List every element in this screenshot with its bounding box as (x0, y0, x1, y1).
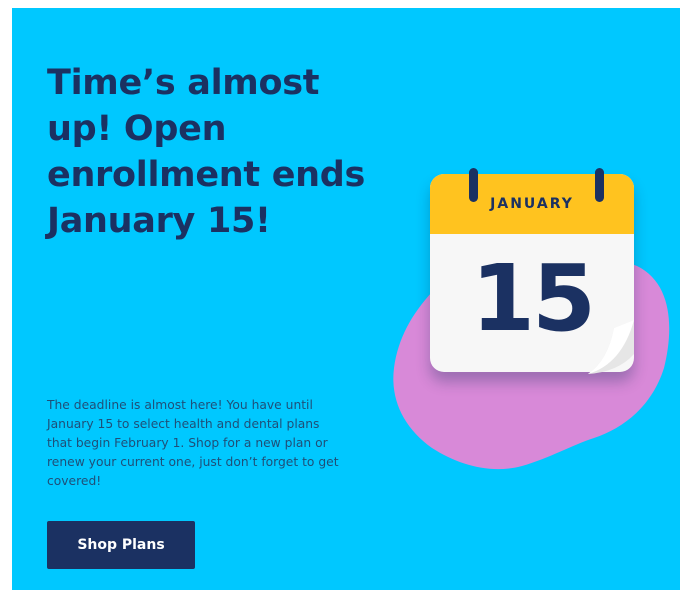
body-copy: The deadline is almost here! You have un… (47, 398, 339, 488)
headline: Time’s almost up! Open enrollment ends J… (47, 63, 366, 241)
shop-plans-button[interactable]: Shop Plans (47, 521, 195, 569)
calendar-ring-left (469, 168, 478, 202)
enrollment-banner: Time’s almost up! Open enrollment ends J… (12, 8, 680, 590)
page-curl-icon (588, 320, 634, 374)
calendar-illustration: JANUARY 15 (430, 168, 634, 374)
calendar-ring-right (595, 168, 604, 202)
